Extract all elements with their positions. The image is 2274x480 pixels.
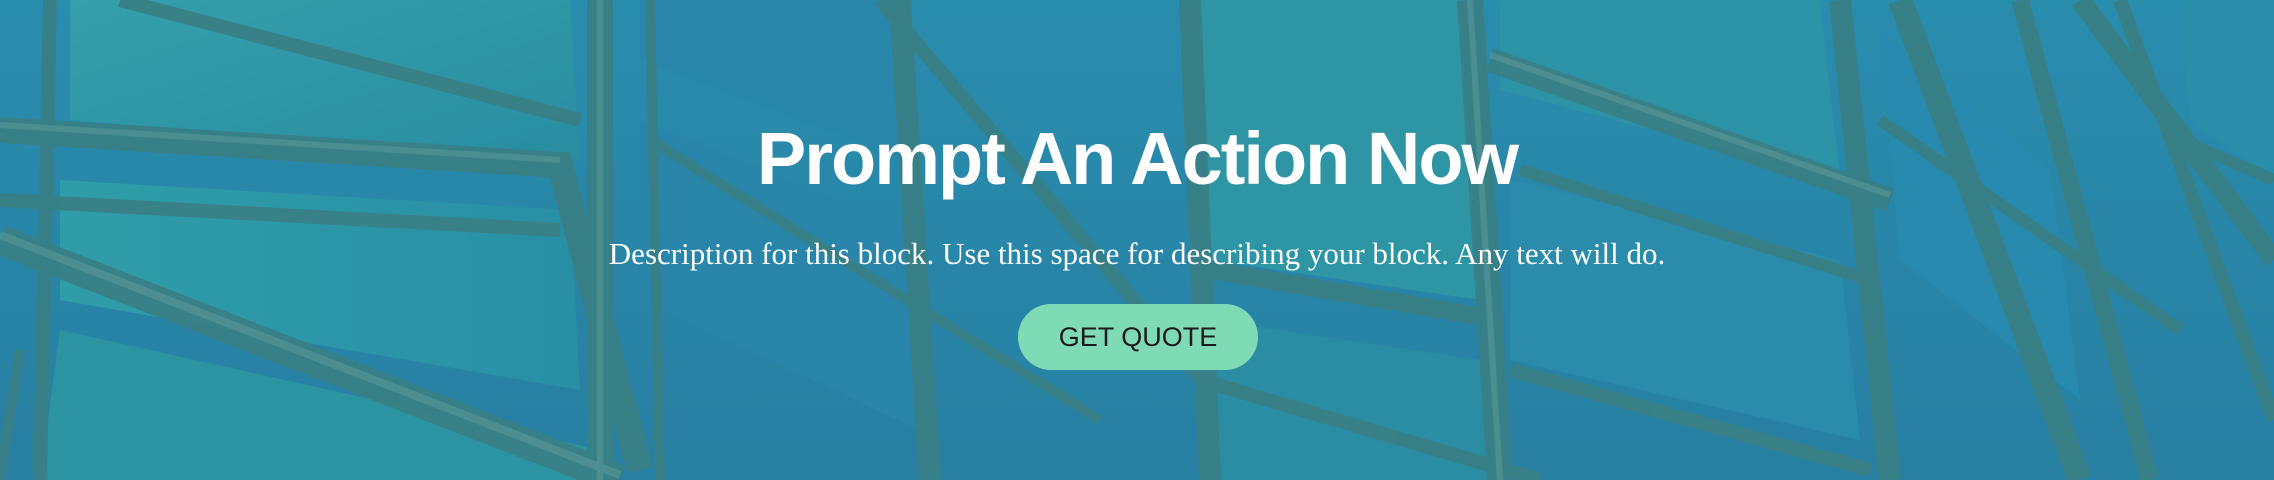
hero-content: Prompt An Action Now Description for thi… xyxy=(0,0,2274,480)
hero-title: Prompt An Action Now xyxy=(756,117,1519,200)
hero-description: Description for this block. Use this spa… xyxy=(608,236,1666,271)
hero-section: Prompt An Action Now Description for thi… xyxy=(0,0,2274,480)
get-quote-button[interactable]: GET QUOTE xyxy=(1018,304,1258,370)
